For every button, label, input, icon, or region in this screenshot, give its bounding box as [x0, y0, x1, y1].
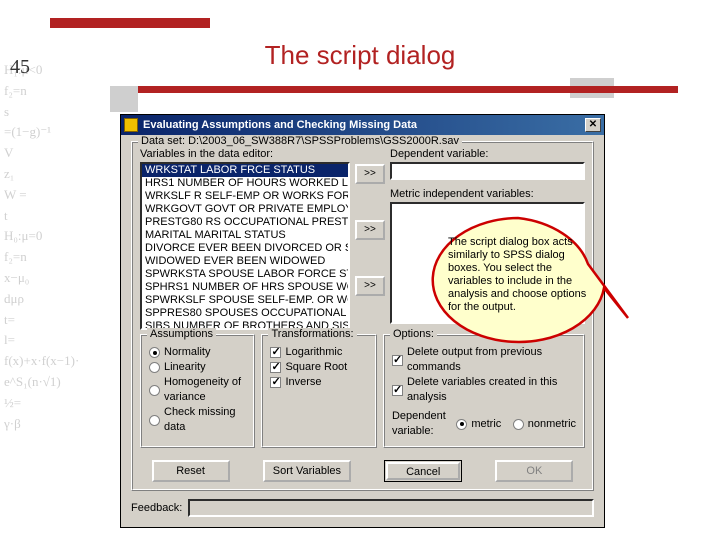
move-to-dependent-button[interactable]: >> — [355, 164, 385, 184]
transformations-legend: Transformations: — [268, 328, 356, 340]
sort-variables-button[interactable]: Sort Variables — [263, 460, 351, 482]
homogeneity-radio[interactable]: Homogeneity of variance — [149, 375, 246, 405]
background-math: H₁:μ<0 f₂=n s =(1−g)⁻¹ V z₁ W = t H₀:μ=0… — [4, 60, 114, 520]
app-icon — [124, 118, 138, 132]
list-item[interactable]: WRKSLF R SELF-EMP OR WORKS FOR S — [142, 190, 348, 203]
depvar-type-row: Dependent variable: metric nonmetric — [392, 409, 576, 439]
list-item[interactable]: SPWRKSLF SPOUSE SELF-EMP. OR WO — [142, 294, 348, 307]
list-item[interactable]: MARITAL MARITAL STATUS — [142, 229, 348, 242]
list-item[interactable]: HRS1 NUMBER OF HOURS WORKED LAS — [142, 177, 348, 190]
dependent-field[interactable] — [390, 162, 585, 180]
list-item[interactable]: SPHRS1 NUMBER OF HRS SPOUSE WOR — [142, 281, 348, 294]
variables-label: Variables in the data editor: — [140, 148, 350, 160]
metric-radio[interactable] — [456, 419, 467, 430]
titlebar[interactable]: Evaluating Assumptions and Checking Miss… — [121, 115, 604, 135]
move-to-other-button[interactable]: >> — [355, 276, 385, 296]
list-item[interactable]: PRESTG80 RS OCCUPATIONAL PRESTIG — [142, 216, 348, 229]
nonmetric-radio[interactable] — [513, 419, 524, 430]
list-item[interactable]: SPPRES80 SPOUSES OCCUPATIONAL PF — [142, 307, 348, 320]
dataset-label: Data set: D:\2003_06_SW388R7\SPSSProblem… — [138, 135, 462, 147]
move-to-metric-button[interactable]: >> — [355, 220, 385, 240]
list-item[interactable]: SPWRKSTA SPOUSE LABOR FORCE STA — [142, 268, 348, 281]
annotation-callout: The script dialog box acts similarly to … — [432, 222, 602, 340]
decorative-block — [110, 86, 138, 112]
log-check[interactable]: Logarithmic — [270, 345, 367, 360]
list-item[interactable]: WIDOWED EVER BEEN WIDOWED — [142, 255, 348, 268]
title-underline — [138, 86, 678, 93]
feedback-field — [188, 499, 594, 517]
reset-button[interactable]: Reset — [152, 460, 230, 482]
delete-created-vars-check[interactable]: Delete variables created in this analysi… — [392, 375, 576, 405]
ok-button[interactable]: OK — [495, 460, 573, 482]
callout-text: The script dialog box acts similarly to … — [448, 236, 588, 314]
cancel-button[interactable]: Cancel — [384, 460, 462, 482]
linearity-radio[interactable]: Linearity — [149, 360, 246, 375]
slide-title: The script dialog — [0, 40, 720, 71]
sqrt-check[interactable]: Square Root — [270, 360, 367, 375]
dialog-title: Evaluating Assumptions and Checking Miss… — [143, 119, 417, 131]
normality-radio[interactable]: Normality — [149, 345, 246, 360]
list-item[interactable]: WRKGOVT GOVT OR PRIVATE EMPLOYE — [142, 203, 348, 216]
inverse-check[interactable]: Inverse — [270, 375, 367, 390]
metric-label: Metric independent variables: — [390, 188, 585, 200]
close-icon[interactable]: ✕ — [585, 118, 601, 132]
variables-listbox[interactable]: WRKSTAT LABOR FRCE STATUS HRS1 NUMBER OF… — [140, 162, 350, 330]
dependent-label: Dependent variable: — [390, 148, 585, 160]
missing-data-radio[interactable]: Check missing data — [149, 405, 246, 435]
list-item[interactable]: WRKSTAT LABOR FRCE STATUS — [142, 164, 348, 177]
assumptions-legend: Assumptions — [147, 328, 216, 340]
list-item[interactable]: DIVORCE EVER BEEN DIVORCED OR SE — [142, 242, 348, 255]
feedback-label: Feedback: — [131, 502, 182, 514]
decorative-bar-top — [50, 18, 210, 28]
